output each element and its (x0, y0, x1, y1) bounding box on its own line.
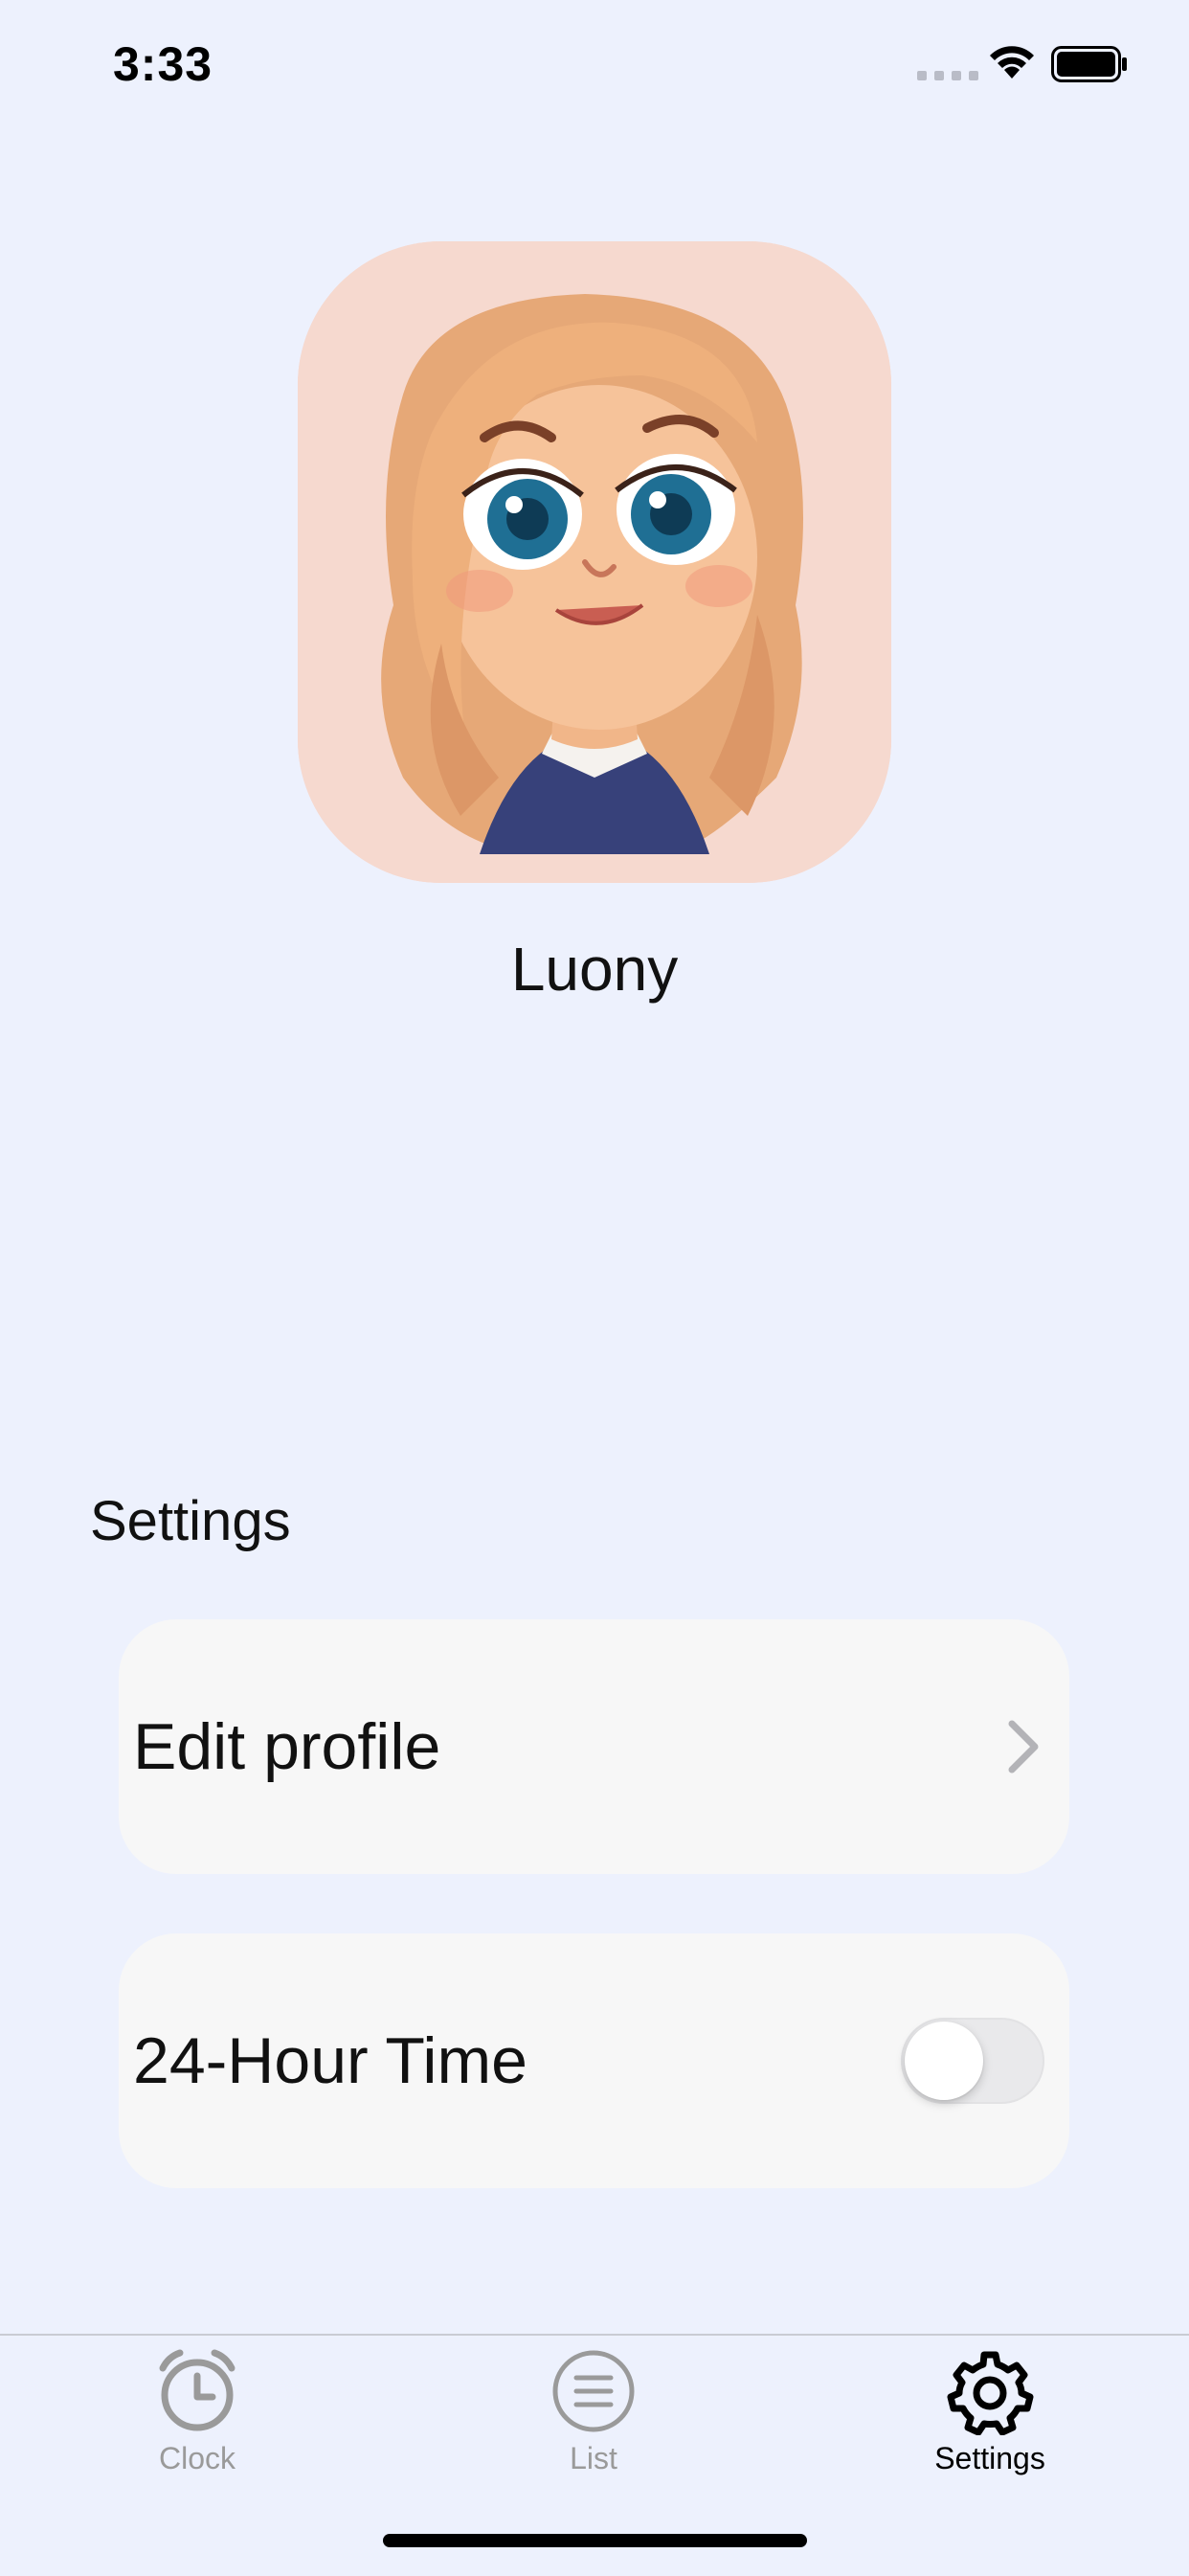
avatar (298, 241, 891, 883)
alarm-clock-icon (159, 2349, 236, 2431)
chevron-right-icon (1008, 1720, 1039, 1774)
tab-clock[interactable]: Clock (82, 2347, 312, 2491)
time-format-toggle[interactable] (901, 2018, 1044, 2104)
tab-settings[interactable]: Settings (875, 2347, 1105, 2491)
time-format-label: 24-Hour Time (133, 2024, 527, 2097)
tab-settings-label: Settings (934, 2441, 1045, 2475)
tab-clock-label: Clock (158, 2441, 236, 2475)
edit-profile-row[interactable]: Edit profile (119, 1619, 1069, 1874)
list-icon (552, 2350, 635, 2432)
wifi-icon (990, 46, 1034, 79)
profile-avatar-illustration (298, 241, 891, 883)
cellular-signal-icon (917, 71, 978, 80)
tab-list-label: List (570, 2441, 617, 2475)
edit-profile-label: Edit profile (133, 1710, 441, 1783)
status-time: 3:33 (113, 37, 213, 91)
battery-icon (1051, 46, 1127, 82)
toggle-knob (905, 2022, 983, 2100)
time-format-row: 24-Hour Time (119, 1933, 1069, 2188)
tab-list[interactable]: List (479, 2347, 708, 2491)
status-bar: 3:33 (0, 0, 1189, 134)
gear-icon (947, 2351, 1034, 2435)
profile-name: Luony (510, 935, 679, 1004)
settings-section-title: Settings (90, 1490, 291, 1552)
home-indicator (383, 2534, 807, 2547)
